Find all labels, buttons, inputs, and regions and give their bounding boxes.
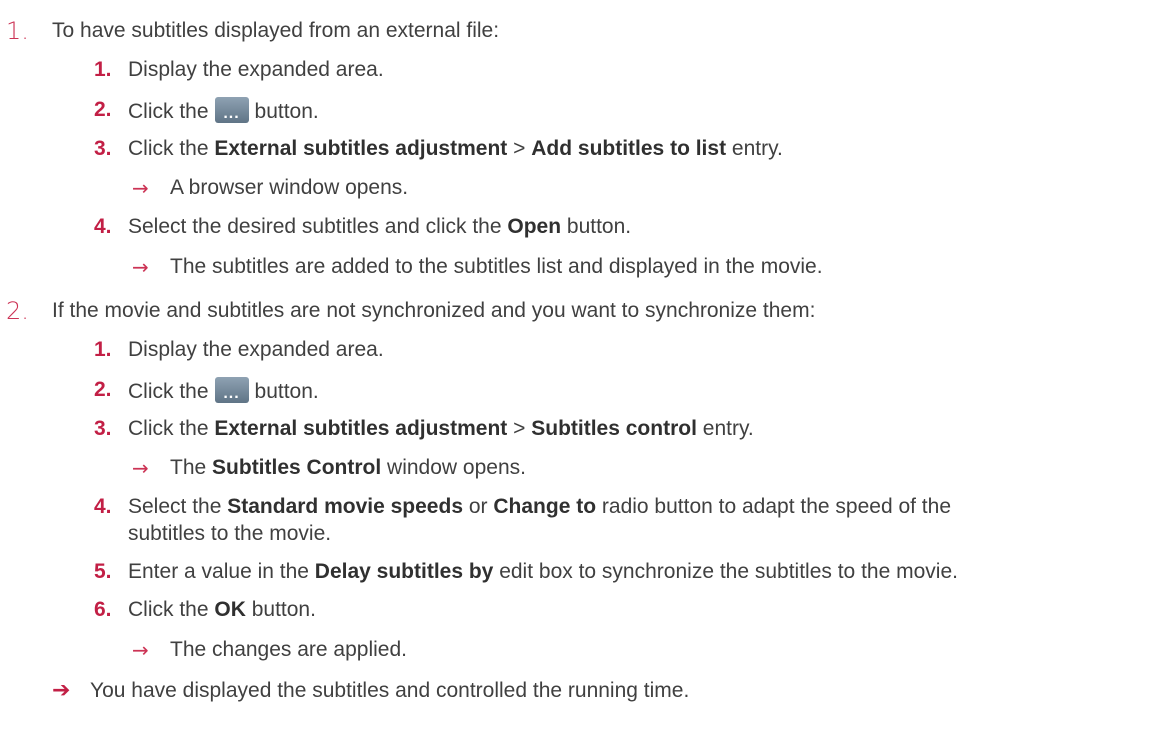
final-result-text: You have displayed the subtitles and con… — [90, 679, 690, 702]
result-arrow-icon: → — [132, 638, 149, 662]
window-name: Subtitles Control — [212, 456, 382, 479]
result-text: The changes are applied. — [170, 638, 407, 661]
menu-name: External subtitles adjustment — [214, 137, 508, 160]
substep-number: 1. — [94, 58, 112, 81]
substep-text: Display the expanded area. — [128, 338, 384, 361]
substep-number: 4. — [94, 215, 112, 238]
result-arrow-icon: → — [132, 176, 149, 200]
substep-number: 5. — [94, 560, 112, 583]
result-arrow-icon: → — [132, 456, 149, 480]
radio-option-name: Standard movie speeds — [227, 495, 463, 518]
substep-number: 6. — [94, 598, 112, 621]
button-name: Open — [507, 215, 562, 238]
result-text: A browser window opens. — [170, 176, 409, 199]
menu-entry-name: Add subtitles to list — [531, 137, 727, 160]
field-name: Delay subtitles by — [314, 560, 494, 583]
substep-text: Select the desired subtitles and click t… — [128, 215, 632, 238]
menu-name: External subtitles adjustment — [214, 417, 508, 440]
substep-text: Click the... button. — [128, 377, 319, 405]
step-intro-text: To have subtitles displayed from an exte… — [52, 19, 500, 42]
substep-text: Click the External subtitles adjustment … — [128, 417, 754, 440]
substep-number: 4. — [94, 495, 112, 518]
substep-text: Select the Standard movie speeds or Chan… — [128, 495, 951, 518]
substep-text: Enter a value in the Delay subtitles by … — [128, 560, 958, 583]
substep-number: 1. — [94, 338, 112, 361]
substep-number: 3. — [94, 137, 112, 160]
final-result-arrow-icon: ➔ — [52, 678, 71, 703]
menu-entry-name: Subtitles control — [531, 417, 697, 440]
substep-text: Click the... button. — [128, 97, 319, 125]
substep-text: Click the OK button. — [128, 598, 316, 621]
substep-number: 3. — [94, 417, 112, 440]
radio-option-name: Change to — [493, 495, 597, 518]
step-intro: To have subtitles displayed from an exte… — [52, 18, 499, 44]
more-options-icon: ... — [214, 97, 249, 123]
result-arrow-icon: → — [132, 255, 149, 279]
more-options-icon: ... — [214, 377, 249, 403]
result-text: The subtitles are added to the subtitles… — [170, 255, 823, 278]
instruction-page: 1. To have subtitles displayed from an e… — [0, 0, 1156, 735]
step-intro-text: If the movie and subtitles are not synch… — [52, 299, 816, 322]
substep-text: Click the External subtitles adjustment … — [128, 137, 783, 160]
step-number: 2. — [6, 297, 29, 325]
result-text: The Subtitles Control window opens. — [170, 456, 526, 479]
step-number: 1. — [6, 17, 29, 45]
button-name: OK — [214, 598, 246, 621]
substep-text: Display the expanded area. — [128, 58, 384, 81]
substep-text-continued: subtitles to the movie. — [128, 522, 332, 545]
substep-number: 2. — [94, 378, 112, 401]
step-intro: If the movie and subtitles are not synch… — [52, 298, 815, 324]
substep-number: 2. — [94, 98, 112, 121]
